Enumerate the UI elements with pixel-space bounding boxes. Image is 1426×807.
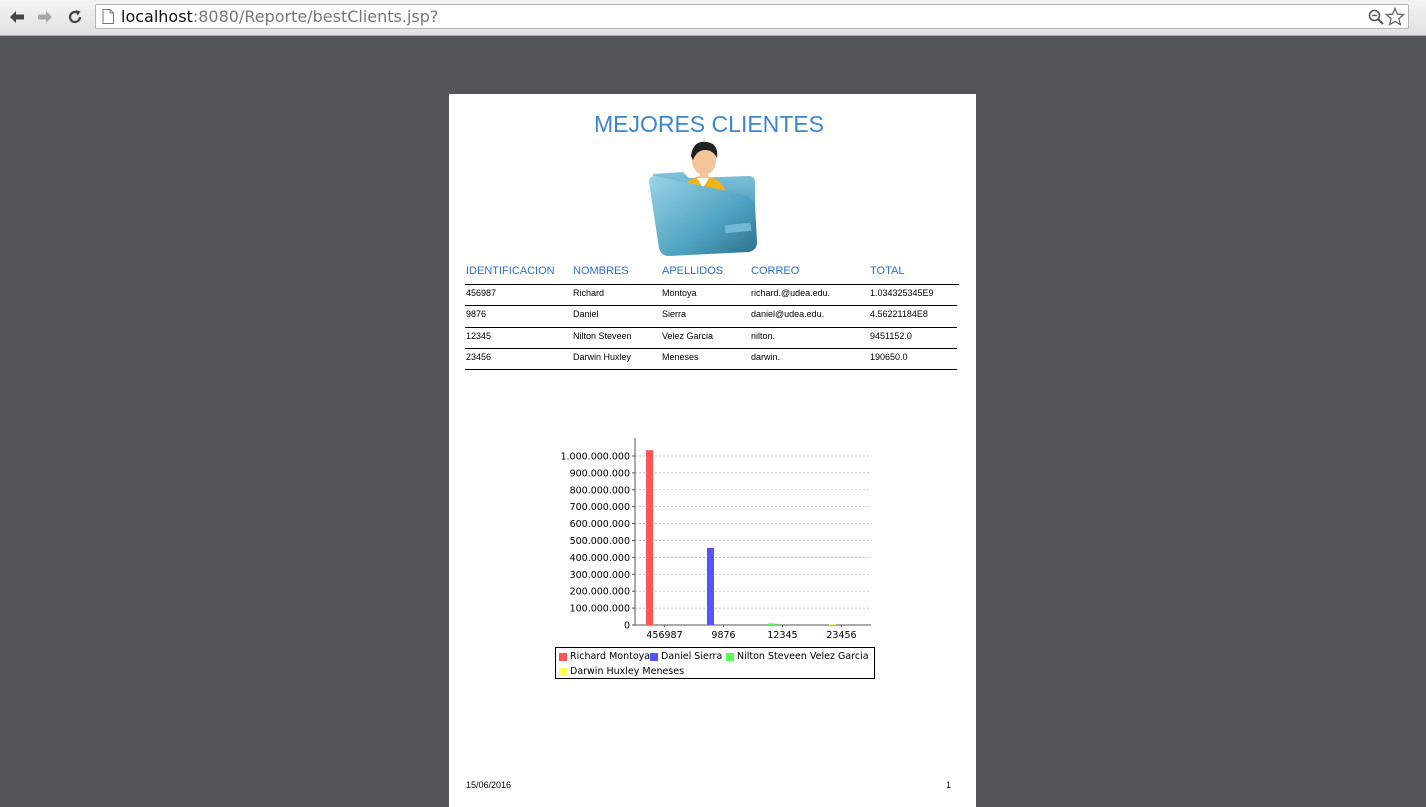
bar (707, 547, 714, 625)
bar (646, 450, 653, 625)
table-cell: 190650.0 (870, 352, 908, 362)
y-tick-label: 900.000.000 (570, 468, 630, 479)
legend-label: Daniel Sierra (661, 651, 723, 662)
legend-item: Darwin Huxley Meneses (559, 666, 684, 677)
url-text[interactable]: localhost:8080/Reporte/bestClients.jsp? (121, 7, 438, 26)
table-cell: Velez Garcia (662, 331, 714, 341)
y-tick-label: 200.000.000 (570, 587, 630, 598)
col-header-identificacion: IDENTIFICACION (466, 265, 555, 277)
legend-swatch (650, 652, 658, 661)
bar (768, 623, 775, 625)
legend-item: Nilton Steveen Velez Garcia (726, 651, 869, 662)
table-divider (465, 305, 957, 306)
legend-swatch (726, 652, 734, 661)
table-cell: Meneses (662, 352, 699, 362)
x-tick-label: 9876 (711, 630, 735, 641)
table-cell: 4.56221184E8 (870, 309, 928, 319)
legend-label: Nilton Steveen Velez Garcia (737, 651, 869, 662)
col-header-total: TOTAL (870, 265, 905, 277)
table-divider (465, 369, 957, 370)
table-divider (465, 327, 957, 328)
x-tick-label: 12345 (767, 630, 797, 641)
table-cell: 9876 (466, 309, 487, 319)
forward-arrow-icon (38, 11, 52, 23)
address-bar[interactable]: localhost:8080/Reporte/bestClients.jsp? (95, 4, 1409, 29)
best-clients-bar-chart: 0 100.000.000 200.000.000 300.000.000 400.00… (560, 438, 871, 641)
url-host: localhost (121, 7, 193, 26)
url-path: :8080/Reporte/bestClients.jsp? (192, 7, 439, 26)
y-tick-label: 0 (624, 621, 630, 632)
table-cell: 12345 (466, 331, 492, 341)
table-cell: 23456 (466, 352, 492, 362)
legend-label: Darwin Huxley Meneses (570, 666, 685, 677)
table-cell: 1.034325345E9 (870, 288, 934, 298)
y-tick-label: 600.000.000 (570, 519, 630, 530)
footer-date: 15/06/2016 (466, 780, 512, 790)
legend-label: Richard Montoya (570, 651, 651, 662)
page-icon (102, 9, 114, 24)
legend-swatch (559, 652, 567, 661)
table-cell: Sierra (662, 309, 687, 319)
table-cell: daniel@udea.edu. (751, 309, 825, 319)
table-cell: richard.@udea.edu. (751, 288, 831, 298)
report-page: MEJORES CLIENTES IDENTIFICACION NOMBRES … (449, 94, 976, 807)
y-tick-label: 1.000.000.000 (560, 452, 630, 463)
chart-legend: Richard Montoya Daniel Sierra Nilton Ste… (555, 647, 875, 679)
table-cell: Daniel (573, 309, 599, 319)
table-cell: 456987 (466, 288, 497, 298)
legend-swatch (559, 667, 567, 676)
x-tick-label: 456987 (646, 630, 682, 641)
table-cell: nilton. (751, 331, 776, 341)
back-button[interactable] (6, 7, 28, 27)
y-tick-label: 500.000.000 (570, 536, 630, 547)
table-cell: 9451152.0 (870, 331, 912, 341)
legend-item: Richard Montoya (559, 651, 650, 662)
reload-icon (68, 10, 82, 24)
table-cell: Montoya (662, 288, 697, 298)
table-cell: Nilton Steveen (573, 331, 632, 341)
footer-page-number: 1 (946, 780, 952, 790)
y-tick-label: 100.000.000 (570, 604, 630, 615)
reload-button[interactable] (64, 7, 86, 27)
bookmark-star-icon[interactable] (1385, 7, 1405, 27)
zoom-icon[interactable] (1368, 9, 1384, 25)
report-title: MEJORES CLIENTES (593, 111, 825, 137)
table-divider (465, 348, 957, 349)
col-header-correo: CORREO (751, 265, 800, 277)
col-header-nombres: NOMBRES (573, 265, 629, 277)
x-tick-label: 23456 (826, 630, 856, 641)
table-cell: Richard (573, 288, 605, 298)
y-tick-label: 700.000.000 (570, 502, 630, 513)
table-cell: Darwin Huxley (573, 352, 632, 362)
bar (829, 624, 836, 625)
legend-item: Daniel Sierra (650, 651, 722, 662)
table-cell: darwin. (751, 352, 781, 362)
customer-folder-logo (649, 141, 757, 256)
table-divider (465, 284, 959, 285)
y-tick-label: 800.000.000 (570, 485, 630, 496)
forward-button[interactable] (34, 7, 56, 27)
back-arrow-icon (10, 11, 24, 23)
y-tick-label: 400.000.000 (570, 553, 630, 564)
browser-toolbar: localhost:8080/Reporte/bestClients.jsp? (0, 0, 1426, 36)
col-header-apellidos: APELLIDOS (662, 265, 724, 277)
y-tick-label: 300.000.000 (570, 570, 630, 581)
